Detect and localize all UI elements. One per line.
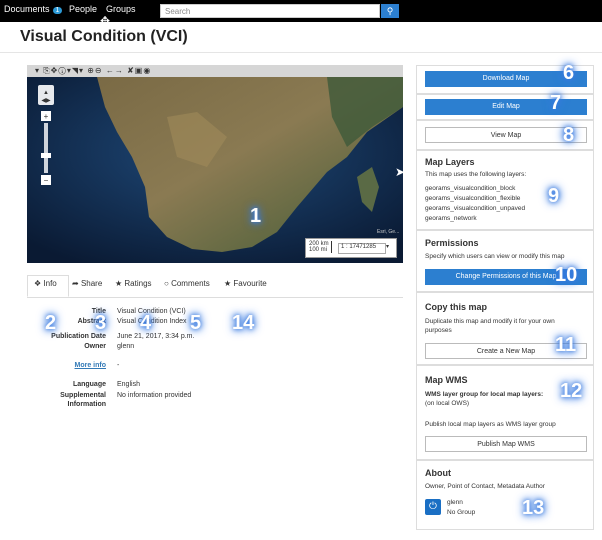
info-language-label: Language [72,381,106,388]
info-icon: ❖ [34,279,42,288]
callout-6: 6 [563,62,575,84]
search-icon: ⚲ [386,6,394,16]
documents-count-badge: 1 [52,7,63,14]
map-layers-panel: Map Layers This map uses the following l… [416,150,594,230]
copy-map-text-2: purposes [425,327,452,334]
layer-link[interactable]: georams_visualcondition_flexible [425,195,520,202]
wms-group-label: WMS layer group for local map layers: [425,391,544,398]
info-abstract-label: Abstract [77,318,106,325]
tab-comments[interactable]: ○ Comments [164,279,210,288]
about-heading: About [425,468,451,478]
info-title-value: Visual Condition (VCI) [117,308,186,315]
power-icon: ⏻ [429,501,437,512]
map-layers-heading: Map Layers [425,157,475,167]
info-pubdate-label: Publication Date [51,333,106,340]
star-icon: ★ [115,279,123,288]
zoom-controls[interactable]: ▲ ◀▶ + − [35,83,57,193]
layer-link[interactable]: georams_visualcondition_unpaved [425,205,525,212]
pointer-cursor-icon: ➤ [395,165,403,179]
callout-8: 8 [563,124,575,146]
tab-favourite-label: Favourite [233,279,267,288]
more-info-link[interactable]: More info [26,362,107,369]
wms-local-label: (on local OWS) [425,400,470,407]
page-title: Visual Condition (VCI) [20,28,188,45]
callout-2: 2 [45,312,57,334]
search-input[interactable]: Search [160,4,380,18]
satellite-basemap [27,77,403,263]
publish-map-wms-button[interactable]: Publish Map WMS [425,436,587,452]
title-divider [0,52,602,53]
info-supplemental-label-2: Information [67,401,107,408]
nav-groups[interactable]: Groups [106,4,136,14]
about-group: No Group [447,509,476,516]
info-language-value: English [117,381,140,388]
layer-link[interactable]: georams_visualcondition_block [425,185,515,192]
nav-documents-label: Documents [4,4,50,14]
info-owner-label: Owner [84,343,106,350]
map-tools-icons[interactable]: ▾ ⎘✥ⓘ▾◥▾ ⊕⊖ ←→ ✘▣◉ [35,66,151,75]
about-text: Owner, Point of Contact, Metadata Author [425,483,545,490]
callout-13: 13 [522,497,545,519]
nav-documents[interactable]: Documents 1 [4,4,63,14]
copy-map-heading: Copy this map [425,302,488,312]
top-navbar: Documents 1 People Groups Search ⚲ [0,0,602,22]
info-pubdate-value: June 21, 2017, 3:34 p.m. [117,333,195,340]
tab-favourite[interactable]: ★ Favourite [224,279,267,288]
svg-text:◀▶: ◀▶ [41,98,51,104]
scale-ratio-select[interactable]: 1 : 17471285 [338,243,386,254]
callout-11: 11 [555,334,577,356]
callout-7: 7 [550,92,562,114]
tab-share[interactable]: ➦ Share [72,279,102,288]
info-abstract-value: Visual Condition Index [117,318,187,325]
comment-icon: ○ [164,279,169,288]
svg-text:+: + [44,112,49,121]
search-button[interactable]: ⚲ [381,4,399,18]
wms-publish-text: Publish local map layers as WMS layer gr… [425,421,556,428]
svg-text:▲: ▲ [43,90,49,96]
info-title-label: Title [91,308,106,315]
copy-map-text-1: Duplicate this map and modify it for you… [425,318,555,325]
tab-info[interactable]: ❖ Info [34,279,57,288]
more-info-value: - [117,362,120,369]
move-cursor-icon: ✥ [100,14,111,28]
about-user[interactable]: glenn [447,499,463,506]
map-viewer[interactable]: ▾ ⎘✥ⓘ▾◥▾ ⊕⊖ ←→ ✘▣◉ ▲ ◀▶ + − 200 km 100 m… [27,65,403,263]
share-icon: ➦ [72,279,79,288]
tab-ratings[interactable]: ★ Ratings [115,279,152,288]
chevron-down-icon[interactable]: ▾ [386,243,389,250]
scale-bar: 200 km 100 mi [309,241,332,253]
callout-4: 4 [140,312,152,334]
tab-info-label: Info [43,279,57,288]
map-scale-control[interactable]: 200 km 100 mi 1 : 17471285 ▾ [305,238,397,258]
permissions-text: Specify which users can view or modify t… [425,253,565,260]
map-attribution: Esri, Ge... [377,229,400,235]
callout-10: 10 [555,264,578,286]
permissions-heading: Permissions [425,238,479,248]
scale-mi-label: 100 mi [309,247,328,253]
callout-14: 14 [232,312,255,334]
callout-3: 3 [95,312,107,334]
tab-comments-label: Comments [171,279,210,288]
about-panel: About Owner, Point of Contact, Metadata … [416,460,594,530]
map-toolbar[interactable]: ▾ ⎘✥ⓘ▾◥▾ ⊕⊖ ←→ ✘▣◉ [27,65,403,77]
edit-panel: Edit Map [416,94,594,120]
info-owner-value[interactable]: glenn [117,343,134,350]
callout-5: 5 [190,312,202,334]
map-layers-intro: This map uses the following layers: [425,171,527,178]
map-wms-heading: Map WMS [425,375,468,385]
info-supplemental-label-1: Supplemental [60,392,106,399]
callout-12: 12 [560,380,583,402]
tab-ratings-label: Ratings [124,279,152,288]
avatar[interactable]: ⏻ [425,499,441,515]
tab-share-label: Share [80,279,103,288]
detail-tabs: ❖ Info ➦ Share ★ Ratings ○ Comments ★ Fa… [27,275,403,298]
edit-map-button[interactable]: Edit Map [425,99,587,115]
info-supplemental-value: No information provided [117,392,192,399]
nav-people[interactable]: People [69,4,97,14]
svg-text:−: − [44,176,49,185]
callout-9: 9 [548,185,560,207]
star-icon: ★ [224,279,232,288]
callout-1: 1 [250,205,262,227]
layer-link[interactable]: georams_network [425,215,477,222]
